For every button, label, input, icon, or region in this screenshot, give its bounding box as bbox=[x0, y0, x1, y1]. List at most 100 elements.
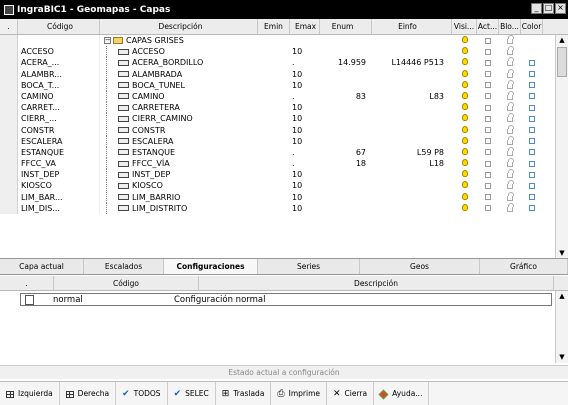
lock-icon[interactable] bbox=[507, 68, 514, 78]
active-checkbox[interactable] bbox=[485, 160, 491, 167]
lock-icon[interactable] bbox=[507, 158, 514, 168]
lightbulb-icon[interactable] bbox=[461, 91, 468, 99]
traslada-button[interactable]: ⊞ Traslada bbox=[216, 382, 272, 405]
lock-icon[interactable] bbox=[507, 46, 514, 56]
table-row[interactable]: ESTANQUE ESTANQUE. 67 L59 P8 bbox=[0, 146, 568, 159]
color-cell[interactable] bbox=[521, 203, 543, 214]
color-swatch[interactable] bbox=[529, 104, 535, 111]
active-cell[interactable] bbox=[477, 80, 499, 91]
lock-icon[interactable] bbox=[507, 90, 514, 100]
lightbulb-icon[interactable] bbox=[461, 80, 468, 88]
col-descripcion[interactable]: Descripción bbox=[100, 19, 258, 34]
blocked-cell[interactable] bbox=[499, 191, 521, 203]
lock-icon[interactable] bbox=[507, 180, 514, 190]
color-swatch[interactable] bbox=[529, 194, 535, 201]
tab-capa-actual[interactable]: Capa actual bbox=[0, 259, 84, 274]
config-col-descripcion[interactable]: Descripción bbox=[199, 276, 554, 290]
active-cell[interactable] bbox=[477, 69, 499, 80]
table-row[interactable]: CIERR_... CIERR_CAMINO 10 bbox=[0, 113, 568, 125]
active-checkbox[interactable] bbox=[485, 149, 491, 156]
blocked-cell[interactable] bbox=[499, 68, 521, 80]
color-cell[interactable] bbox=[521, 125, 543, 136]
table-row[interactable]: CAMINO CAMINO. 83 L83 bbox=[0, 90, 568, 103]
active-checkbox[interactable] bbox=[485, 115, 491, 122]
visible-cell[interactable] bbox=[452, 69, 477, 80]
color-cell[interactable] bbox=[521, 169, 543, 180]
col-visible[interactable]: Visi... bbox=[452, 19, 477, 34]
active-cell[interactable] bbox=[477, 180, 499, 191]
lock-icon[interactable] bbox=[507, 79, 514, 89]
visible-cell[interactable] bbox=[452, 91, 477, 102]
table-row[interactable]: ACERA_... ACERA_BORDILLO. 14.959 L14446 P51… bbox=[0, 57, 568, 69]
visible-cell[interactable] bbox=[452, 158, 477, 169]
visible-cell[interactable] bbox=[452, 35, 477, 46]
config-col-indicator[interactable]: . bbox=[0, 276, 54, 290]
color-swatch[interactable] bbox=[529, 171, 535, 178]
color-cell[interactable] bbox=[521, 147, 543, 158]
active-checkbox[interactable] bbox=[485, 138, 491, 145]
minimize-button[interactable]: _ bbox=[531, 3, 542, 14]
todos-button[interactable]: ✔ TODOS bbox=[116, 382, 168, 405]
ayuda-button[interactable]: Ayuda... bbox=[374, 382, 430, 405]
derecha-button[interactable]: Derecha bbox=[60, 382, 117, 405]
blocked-cell[interactable] bbox=[499, 146, 521, 158]
vertical-scrollbar[interactable]: ▲ ▼ bbox=[555, 35, 568, 258]
active-cell[interactable] bbox=[477, 147, 499, 158]
lock-icon[interactable] bbox=[507, 146, 514, 156]
blocked-cell[interactable] bbox=[499, 158, 521, 169]
color-swatch[interactable] bbox=[529, 71, 535, 78]
active-checkbox[interactable] bbox=[485, 127, 491, 133]
tab-grafico[interactable]: Gráfico bbox=[480, 259, 568, 274]
scroll-thumb[interactable] bbox=[557, 47, 567, 77]
color-cell[interactable] bbox=[521, 80, 543, 91]
config-col-codigo[interactable]: Código bbox=[54, 276, 199, 290]
lock-icon[interactable] bbox=[507, 135, 514, 145]
table-row[interactable]: ESCALERA ESCALERA 10 bbox=[0, 135, 568, 147]
visible-cell[interactable] bbox=[452, 147, 477, 158]
tab-series[interactable]: Series bbox=[258, 259, 360, 274]
lock-icon[interactable] bbox=[507, 169, 514, 179]
lightbulb-icon[interactable] bbox=[461, 181, 468, 189]
group-row[interactable]: − CAPAS GRISES bbox=[0, 35, 568, 47]
color-cell[interactable] bbox=[521, 136, 543, 147]
close-button[interactable]: × bbox=[555, 3, 566, 14]
active-checkbox[interactable] bbox=[485, 171, 491, 178]
lock-icon[interactable] bbox=[507, 102, 514, 112]
color-cell[interactable] bbox=[521, 180, 543, 191]
blocked-cell[interactable] bbox=[499, 202, 521, 214]
active-cell[interactable] bbox=[477, 113, 499, 124]
table-row[interactable]: ALAMBR... ALAMBRADA 10 bbox=[0, 68, 568, 80]
lock-icon[interactable] bbox=[507, 113, 514, 123]
visible-cell[interactable] bbox=[452, 46, 477, 57]
color-cell[interactable] bbox=[521, 91, 543, 102]
visible-cell[interactable] bbox=[452, 169, 477, 180]
imprime-button[interactable]: ⎙ Imprime bbox=[271, 382, 327, 405]
maximize-button[interactable]: □ bbox=[543, 3, 554, 14]
blocked-cell[interactable] bbox=[499, 113, 521, 124]
active-cell[interactable] bbox=[477, 169, 499, 180]
visible-cell[interactable] bbox=[452, 102, 477, 113]
lightbulb-icon[interactable] bbox=[461, 192, 468, 200]
active-checkbox[interactable] bbox=[485, 182, 491, 189]
color-cell[interactable] bbox=[521, 69, 543, 80]
col-einfo[interactable]: Einfo bbox=[372, 19, 452, 34]
blocked-cell[interactable] bbox=[499, 57, 521, 68]
lock-icon[interactable] bbox=[507, 35, 514, 44]
lock-icon[interactable] bbox=[507, 202, 514, 212]
blocked-cell[interactable] bbox=[499, 35, 521, 46]
color-cell[interactable] bbox=[521, 158, 543, 169]
col-indicator[interactable]: . bbox=[0, 19, 18, 34]
lightbulb-icon[interactable] bbox=[461, 114, 468, 122]
blocked-cell[interactable] bbox=[499, 46, 521, 57]
tab-escalados[interactable]: Escalados bbox=[84, 259, 164, 274]
active-checkbox[interactable] bbox=[485, 205, 491, 212]
table-row[interactable]: BOCA_T... BOCA_TUNEL 10 bbox=[0, 79, 568, 91]
color-cell[interactable] bbox=[521, 192, 543, 203]
col-color[interactable]: Color bbox=[521, 19, 543, 34]
visible-cell[interactable] bbox=[452, 203, 477, 214]
color-cell[interactable] bbox=[521, 46, 543, 57]
lightbulb-icon[interactable] bbox=[461, 69, 468, 77]
color-swatch[interactable] bbox=[529, 205, 535, 212]
blocked-cell[interactable] bbox=[499, 102, 521, 113]
tab-configuraciones[interactable]: Configuraciones bbox=[164, 259, 258, 274]
